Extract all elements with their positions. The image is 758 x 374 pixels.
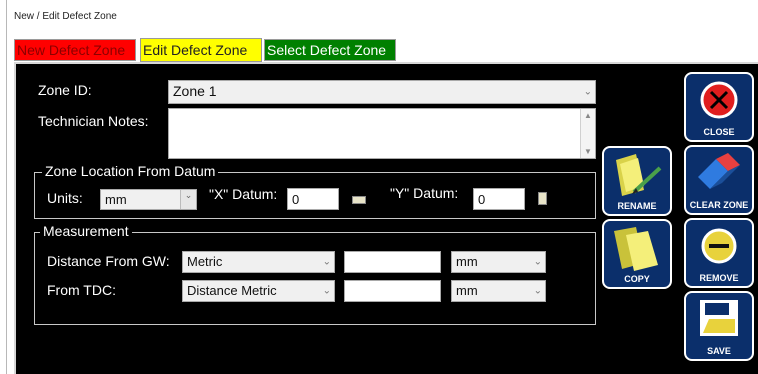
chevron-down-icon: ⌄ xyxy=(583,86,592,98)
technician-notes-label: Technician Notes: xyxy=(38,113,149,129)
copy-label: COPY xyxy=(624,274,650,284)
x-datum-label: "X" Datum: xyxy=(209,186,278,202)
window-edge xyxy=(6,0,7,374)
chevron-down-icon: ⌄ xyxy=(533,256,542,268)
tdc-value-input[interactable] xyxy=(344,280,441,302)
zone-id-select[interactable]: Zone 1 ⌄ xyxy=(168,80,596,104)
x-datum-input[interactable]: 0 xyxy=(287,188,339,210)
clear-zone-button[interactable]: CLEAR ZONE xyxy=(684,145,754,215)
tdc-type-select[interactable]: Distance Metric ⌄ xyxy=(182,280,335,302)
minus-icon xyxy=(701,228,737,264)
gw-unit-value: mm xyxy=(456,254,478,269)
gw-unit-select[interactable]: mm ⌄ xyxy=(451,251,546,273)
close-button[interactable]: CLOSE xyxy=(684,72,754,142)
eraser-icon xyxy=(698,153,740,189)
y-datum-value: 0 xyxy=(478,192,486,207)
tab-edit-defect-zone[interactable]: Edit Defect Zone xyxy=(140,38,262,62)
x-datum-value: 0 xyxy=(292,192,300,207)
tab-new-defect-zone[interactable]: New Defect Zone xyxy=(14,39,136,61)
gw-value-input[interactable] xyxy=(344,251,441,273)
x-datum-pick-button[interactable] xyxy=(352,196,366,204)
floppy-disk-icon xyxy=(700,300,738,336)
rename-label: RENAME xyxy=(617,201,657,211)
units-select[interactable]: mm ⌄ xyxy=(100,189,197,210)
tdc-unit-select[interactable]: mm ⌄ xyxy=(451,280,546,302)
gw-type-select[interactable]: Metric ⌄ xyxy=(182,251,335,273)
clear-zone-label: CLEAR ZONE xyxy=(689,200,749,210)
rename-icon xyxy=(616,154,662,196)
chevron-down-icon: ⌄ xyxy=(322,256,331,268)
close-icon xyxy=(700,81,738,119)
remove-button[interactable]: REMOVE xyxy=(684,218,754,288)
tab-strip: New Defect Zone Edit Defect Zone Select … xyxy=(14,38,758,62)
save-button[interactable]: SAVE xyxy=(684,291,754,361)
y-datum-label: "Y" Datum: xyxy=(390,185,459,201)
close-label: CLOSE xyxy=(703,127,735,137)
scroll-down-icon[interactable]: ▼ xyxy=(581,147,595,156)
remove-label: REMOVE xyxy=(699,273,739,283)
zone-id-label: Zone ID: xyxy=(38,82,92,98)
y-datum-pick-button[interactable] xyxy=(538,192,547,205)
from-tdc-label: From TDC: xyxy=(47,282,116,298)
chevron-down-icon: ⌄ xyxy=(322,285,331,297)
rename-button[interactable]: RENAME xyxy=(602,146,672,216)
datum-group-title: Zone Location From Datum xyxy=(42,163,219,179)
y-datum-input[interactable]: 0 xyxy=(473,188,525,210)
technician-notes-input[interactable]: ▲ ▼ xyxy=(168,108,596,159)
chevron-down-icon: ⌄ xyxy=(180,190,196,209)
measurement-group-title: Measurement xyxy=(40,223,132,239)
window-title: New / Edit Defect Zone xyxy=(14,11,117,22)
scroll-up-icon[interactable]: ▲ xyxy=(581,111,595,120)
chevron-down-icon: ⌄ xyxy=(533,285,542,297)
distance-from-gw-label: Distance From GW: xyxy=(47,253,170,269)
units-label: Units: xyxy=(47,190,83,206)
gw-type-value: Metric xyxy=(187,254,223,269)
edit-zone-panel: Zone ID: Zone 1 ⌄ Technician Notes: ▲ ▼ … xyxy=(14,62,758,374)
units-value: mm xyxy=(105,192,127,207)
save-label: SAVE xyxy=(707,346,731,356)
notes-scrollbar[interactable]: ▲ ▼ xyxy=(580,109,595,158)
copy-button[interactable]: COPY xyxy=(602,219,672,289)
tab-select-defect-zone[interactable]: Select Defect Zone xyxy=(264,39,396,61)
copy-icon xyxy=(614,227,658,271)
tdc-type-value: Distance Metric xyxy=(187,283,277,298)
tdc-unit-value: mm xyxy=(456,283,478,298)
measurement-group xyxy=(34,232,596,325)
zone-id-value: Zone 1 xyxy=(173,83,217,99)
